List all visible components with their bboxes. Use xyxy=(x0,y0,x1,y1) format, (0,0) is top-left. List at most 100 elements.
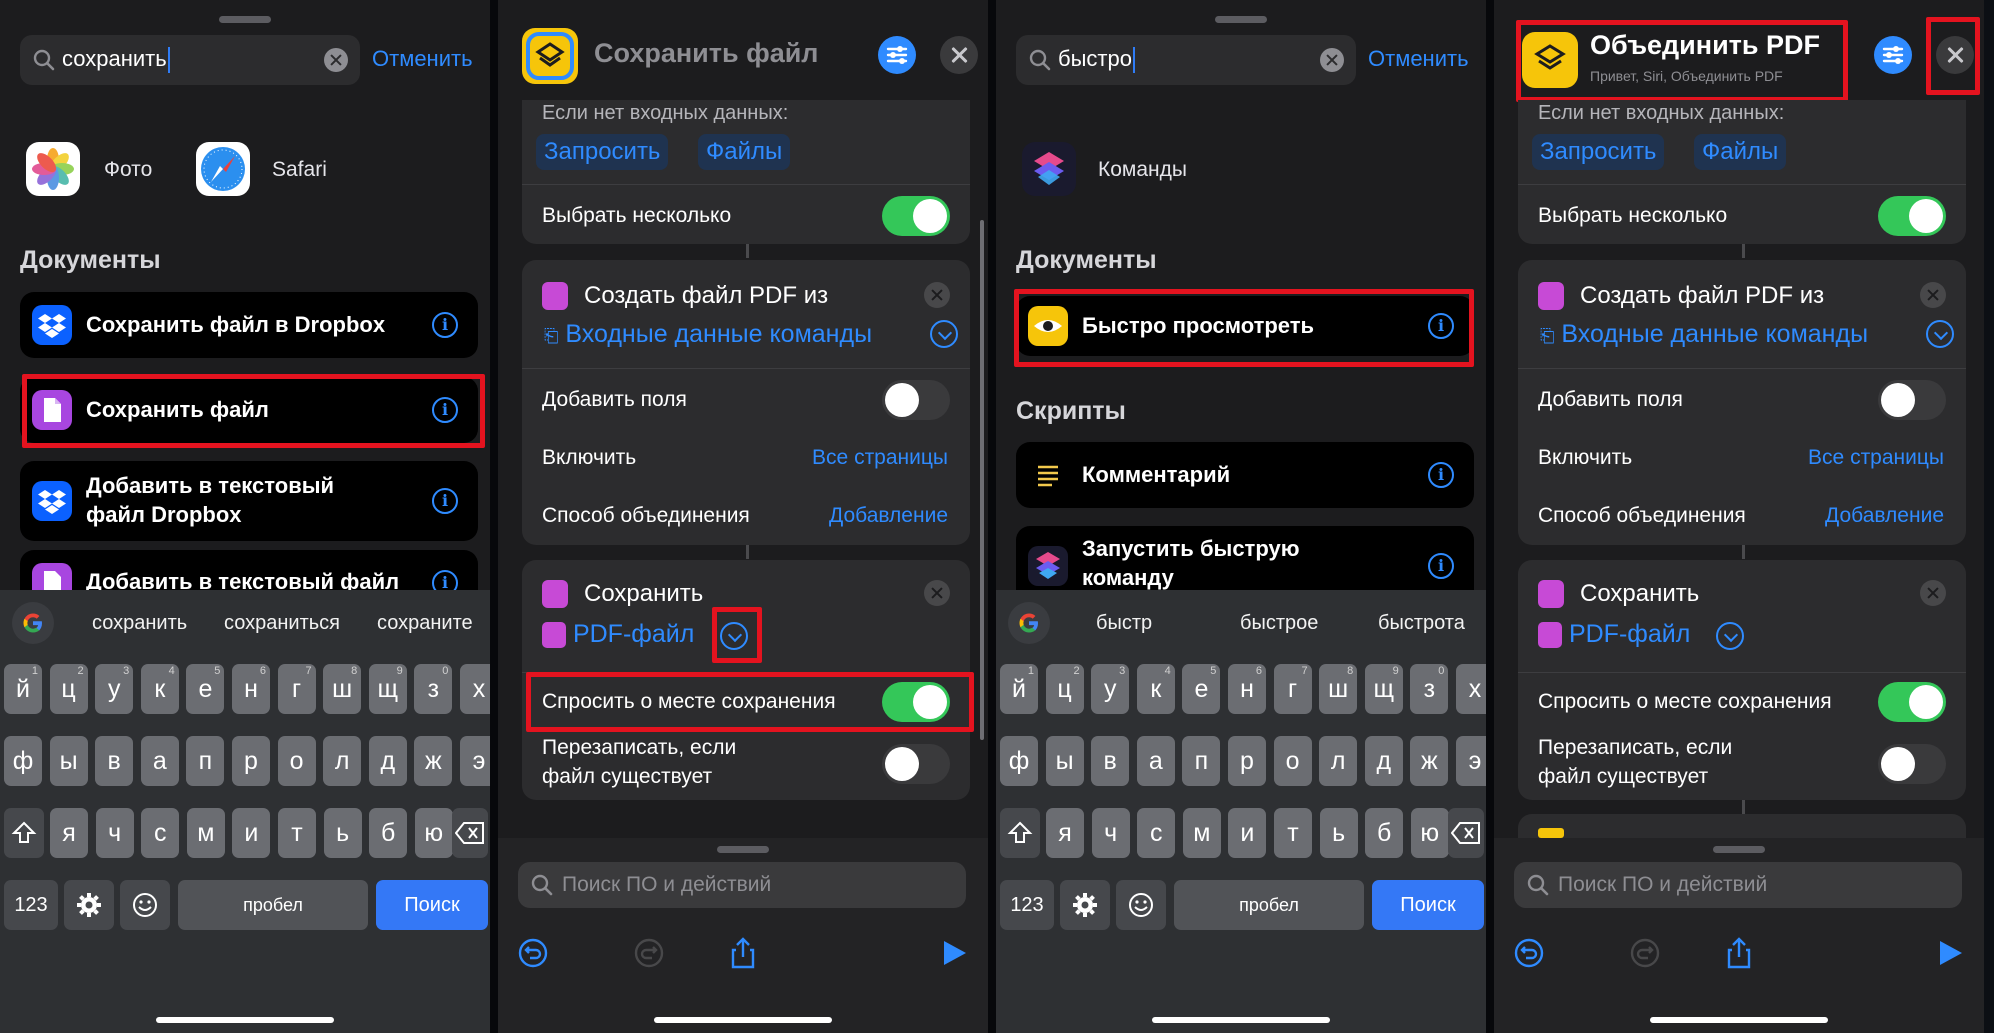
overwrite-toggle[interactable] xyxy=(882,744,950,784)
suggestion[interactable]: сохранить xyxy=(92,612,187,635)
key-м[interactable]: м xyxy=(1182,808,1221,858)
key-г[interactable]: г7 xyxy=(277,664,316,714)
search-field[interactable]: сохранить xyxy=(20,35,360,85)
info-icon[interactable]: i xyxy=(432,488,458,514)
sheet-grabber[interactable] xyxy=(1215,16,1267,23)
key-т[interactable]: т xyxy=(278,808,316,858)
key-в[interactable]: в xyxy=(1091,736,1130,786)
settings-icon[interactable] xyxy=(878,36,916,74)
action-save-to-dropbox[interactable]: Сохранить файл в Dropbox i xyxy=(20,292,478,358)
google-icon[interactable] xyxy=(12,602,54,644)
key-з[interactable]: з0 xyxy=(414,664,453,714)
undo-icon[interactable] xyxy=(1512,936,1546,970)
info-icon[interactable]: i xyxy=(432,312,458,338)
remove-action-icon[interactable] xyxy=(924,580,950,606)
select-multiple-toggle[interactable] xyxy=(1878,196,1946,236)
key-ц[interactable]: ц2 xyxy=(49,664,88,714)
key-щ[interactable]: щ9 xyxy=(368,664,407,714)
key-т[interactable]: т xyxy=(1274,808,1312,858)
remove-action-icon[interactable] xyxy=(924,282,950,308)
sheet-grabber[interactable] xyxy=(717,846,769,853)
files-chip[interactable]: Файлы xyxy=(1694,134,1787,170)
pdf-file-variable[interactable]: PDF-файл xyxy=(1538,620,1690,649)
key-й[interactable]: й1 xyxy=(1000,664,1038,714)
key-о[interactable]: о xyxy=(277,736,316,786)
cancel-button[interactable]: Отменить xyxy=(372,46,473,72)
clear-search-icon[interactable] xyxy=(324,48,348,72)
search-field[interactable]: быстро xyxy=(1016,35,1356,85)
google-icon[interactable] xyxy=(1008,602,1050,644)
key-ш[interactable]: ш8 xyxy=(323,664,362,714)
space-key[interactable]: пробел xyxy=(178,880,368,930)
suggestion[interactable]: сохраните xyxy=(377,612,473,635)
share-icon[interactable] xyxy=(726,936,760,970)
key-и[interactable]: и xyxy=(1228,808,1267,858)
key-л[interactable]: л xyxy=(323,736,362,786)
key-х[interactable]: х xyxy=(460,664,490,714)
search-key[interactable]: Поиск xyxy=(1372,880,1484,930)
include-value[interactable]: Все страницы xyxy=(1808,446,1944,470)
suggestion[interactable]: быстрота xyxy=(1378,612,1465,635)
action-append-to-dropbox-text[interactable]: Добавить в текстовый файл Dropbox i xyxy=(20,461,478,541)
key-ц[interactable]: ц2 xyxy=(1045,664,1084,714)
add-margins-toggle[interactable] xyxy=(882,380,950,420)
key-ь[interactable]: ь xyxy=(323,808,362,858)
key-л[interactable]: л xyxy=(1319,736,1358,786)
key-ж[interactable]: ж xyxy=(414,736,453,786)
gear-icon[interactable] xyxy=(1060,880,1110,930)
key-а[interactable]: а xyxy=(1136,736,1175,786)
space-key[interactable]: пробел xyxy=(1174,880,1364,930)
key-г[interactable]: г7 xyxy=(1273,664,1312,714)
info-icon[interactable]: i xyxy=(1428,553,1454,579)
files-chip[interactable]: Файлы xyxy=(698,134,791,170)
key-и[interactable]: и xyxy=(232,808,271,858)
suggestion[interactable]: сохраниться xyxy=(224,612,340,635)
key-а[interactable]: а xyxy=(140,736,179,786)
key-е[interactable]: е5 xyxy=(186,664,225,714)
ask-location-toggle[interactable] xyxy=(1878,682,1946,722)
key-к[interactable]: к4 xyxy=(140,664,179,714)
scroll-indicator[interactable] xyxy=(980,220,984,740)
remove-action-icon[interactable] xyxy=(1920,282,1946,308)
key-щ[interactable]: щ9 xyxy=(1364,664,1403,714)
shortcut-title[interactable]: Сохранить файл xyxy=(594,38,818,69)
key-ш[interactable]: ш8 xyxy=(1319,664,1358,714)
shortcut-layers-icon[interactable] xyxy=(522,28,578,84)
key-е[interactable]: е5 xyxy=(1182,664,1221,714)
emoji-icon[interactable] xyxy=(120,880,170,930)
gear-icon[interactable] xyxy=(64,880,114,930)
key-б[interactable]: б xyxy=(369,808,408,858)
key-ю[interactable]: ю xyxy=(1410,808,1449,858)
action-comment[interactable]: Комментарий i xyxy=(1016,442,1474,508)
key-н[interactable]: н6 xyxy=(1228,664,1266,714)
sheet-grabber[interactable] xyxy=(219,16,271,23)
key-ч[interactable]: ч xyxy=(95,808,134,858)
cancel-button[interactable]: Отменить xyxy=(1368,46,1469,72)
numbers-key[interactable]: 123 xyxy=(4,880,58,930)
key-п[interactable]: п xyxy=(1182,736,1221,786)
redo-icon[interactable] xyxy=(632,936,666,970)
key-с[interactable]: с xyxy=(1137,808,1176,858)
share-icon[interactable] xyxy=(1722,936,1756,970)
key-э[interactable]: э xyxy=(460,736,490,786)
chevron-down-icon[interactable] xyxy=(1716,622,1744,650)
key-ь[interactable]: ь xyxy=(1319,808,1358,858)
shortcut-input-variable[interactable]: ⎗ Входные данные команды xyxy=(544,320,872,349)
play-icon[interactable] xyxy=(1932,936,1966,970)
key-с[interactable]: с xyxy=(141,808,180,858)
suggestion[interactable]: быстр xyxy=(1096,612,1152,635)
numbers-key[interactable]: 123 xyxy=(1000,880,1054,930)
close-icon[interactable] xyxy=(940,36,978,74)
key-э[interactable]: э xyxy=(1456,736,1486,786)
emoji-icon[interactable] xyxy=(1116,880,1166,930)
actions-search-field[interactable]: Поиск ПО и действий xyxy=(518,862,966,908)
key-ж[interactable]: ж xyxy=(1410,736,1449,786)
shortcut-input-variable[interactable]: ⎗ Входные данные команды xyxy=(1540,320,1868,349)
key-м[interactable]: м xyxy=(186,808,225,858)
key-ы[interactable]: ы xyxy=(1045,736,1084,786)
key-з[interactable]: з0 xyxy=(1410,664,1449,714)
key-н[interactable]: н6 xyxy=(232,664,270,714)
info-icon[interactable]: i xyxy=(1428,462,1454,488)
key-я[interactable]: я xyxy=(50,808,88,858)
shift-key-icon[interactable] xyxy=(1000,808,1040,858)
